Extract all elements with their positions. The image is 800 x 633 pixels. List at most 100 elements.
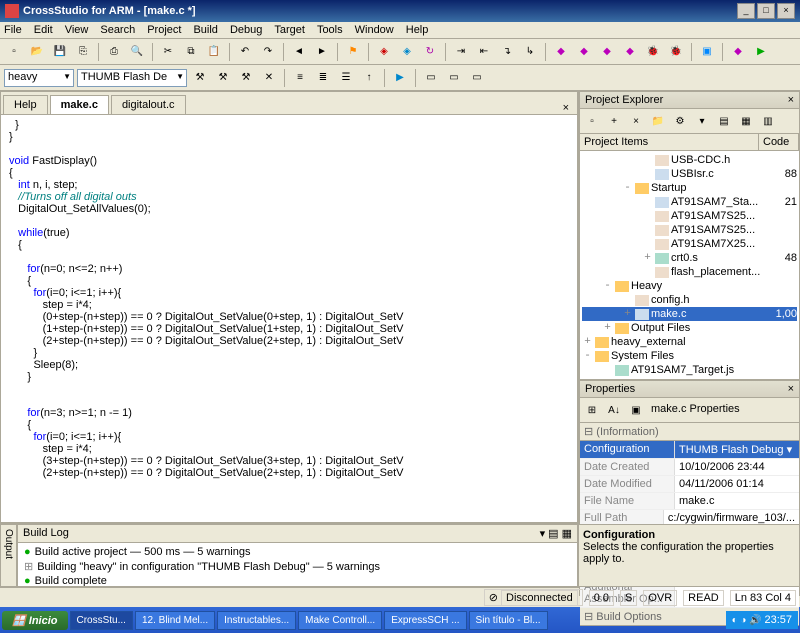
tree-item[interactable]: flash_placement... [582,265,797,279]
menu-file[interactable]: File [4,24,22,36]
minimize-button[interactable]: _ [737,3,755,19]
menu-search[interactable]: Search [100,24,135,36]
tree-item[interactable]: -Startup [582,181,797,195]
open-icon[interactable]: 📂 [27,42,47,62]
tree-item[interactable]: AT91SAM7_Sta...21 [582,195,797,209]
build-icon[interactable]: ⚒ [190,68,210,88]
menu-help[interactable]: Help [406,24,429,36]
config-combo[interactable]: THUMB Flash De [77,69,187,87]
indent-icon[interactable]: ⇥ [451,42,471,62]
undo-icon[interactable]: ↶ [235,42,255,62]
tab-makec[interactable]: make.c [50,95,109,114]
step2-icon[interactable]: ↳ [520,42,540,62]
props-az-icon[interactable]: A↓ [604,400,624,420]
tree-item[interactable]: AT91SAM7_Target.js [582,363,797,377]
exp-opt3-icon[interactable]: ▦ [736,111,756,131]
taskbar-task[interactable]: Make Controll... [298,611,382,630]
tree-item[interactable]: +crt0.s48 [582,251,797,265]
exp-opt1-icon[interactable]: ▾ [692,111,712,131]
print-icon[interactable]: ⎙ [104,42,124,62]
menu-edit[interactable]: Edit [34,24,53,36]
menu-window[interactable]: Window [355,24,394,36]
status-ovr[interactable]: OVR [643,590,677,606]
exp-opt2-icon[interactable]: ▤ [714,111,734,131]
redo-icon[interactable]: ↷ [258,42,278,62]
exp-folder-icon[interactable]: 📁 [648,111,668,131]
exp-add-icon[interactable]: + [604,111,624,131]
mem-icon[interactable]: ▣ [697,42,717,62]
saveall-icon[interactable]: ⎘ [73,42,93,62]
taskbar-task[interactable]: ExpressSCH ... [384,611,466,630]
prop-row[interactable]: Date Created10/10/2006 23:44 [580,459,799,476]
run-icon[interactable]: ▶ [751,42,771,62]
menu-debug[interactable]: Debug [230,24,262,36]
list2-icon[interactable]: ≣ [313,68,333,88]
status-ins[interactable]: S [620,590,637,606]
step-icon[interactable]: ↴ [497,42,517,62]
outdent-icon[interactable]: ⇤ [474,42,494,62]
ws3-icon[interactable]: ▭ [467,68,487,88]
exp-props-icon[interactable]: ⚙ [670,111,690,131]
output-tab[interactable]: Output [0,524,17,587]
ws2-icon[interactable]: ▭ [444,68,464,88]
prop-row[interactable]: Date Modified04/11/2006 01:14 [580,476,799,493]
copy-icon[interactable]: ⧉ [181,42,201,62]
buildlog-body[interactable]: Build active project — 500 ms — 5 warnin… [18,543,577,586]
close-button[interactable]: × [777,3,795,19]
tree-item[interactable]: -System Files [582,349,797,363]
tree-head-items[interactable]: Project Items [580,134,759,150]
bp3-icon[interactable]: ◆ [597,42,617,62]
nav-fwd-icon[interactable]: ► [312,42,332,62]
tree-item[interactable]: AT91SAM7S25... [582,209,797,223]
tree-head-code[interactable]: Code [759,134,799,150]
exp-new-icon[interactable]: ▫ [582,111,602,131]
tab-close-icon[interactable]: × [559,102,573,114]
project-tree[interactable]: USB-CDC.h USBIsr.c88-Startup AT91SAM7_St… [580,151,799,379]
tab-digitaloutc[interactable]: digitalout.c [111,95,186,114]
maximize-button[interactable]: □ [757,3,775,19]
tree-item[interactable]: AT91SAM7X25... [582,237,797,251]
start-button[interactable]: 🪟 Inicio [2,611,68,630]
menu-view[interactable]: View [65,24,89,36]
menu-project[interactable]: Project [147,24,181,36]
target-icon[interactable]: ◈ [397,42,417,62]
play-icon[interactable]: ▶ [390,68,410,88]
cut-icon[interactable]: ✂ [158,42,178,62]
project-combo[interactable]: heavy [4,69,74,87]
up-icon[interactable]: ↑ [359,68,379,88]
taskbar-task[interactable]: Instructables... [217,611,296,630]
bars-icon[interactable]: ☰ [336,68,356,88]
tree-item[interactable]: +Output Files [582,321,797,335]
tree-item[interactable]: USBIsr.c88 [582,167,797,181]
reset-icon[interactable]: ↻ [420,42,440,62]
ws1-icon[interactable]: ▭ [421,68,441,88]
bugs2-icon[interactable]: 🐞 [666,42,686,62]
bp4-icon[interactable]: ◆ [620,42,640,62]
buildlog-combo-icon[interactable]: ▾ ▤ ▦ [540,527,572,540]
props-obj-icon[interactable]: ▣ [626,400,646,420]
bp1-icon[interactable]: ◆ [551,42,571,62]
preview-icon[interactable]: 🔍 [127,42,147,62]
bp5-icon[interactable]: ◆ [728,42,748,62]
list-icon[interactable]: ≡ [290,68,310,88]
tree-item[interactable]: AT91SAM7S25... [582,223,797,237]
menu-build[interactable]: Build [193,24,217,36]
flag-icon[interactable]: ⚑ [343,42,363,62]
taskbar-task[interactable]: CrossStu... [70,611,133,630]
status-read[interactable]: READ [683,590,724,606]
tree-item[interactable]: USB-CDC.h [582,153,797,167]
props-cat-info[interactable]: ⊟ (Information) [580,423,799,441]
tree-item[interactable]: +heavy_external [582,335,797,349]
tab-Help[interactable]: Help [3,95,48,114]
explorer-close-icon[interactable]: × [788,94,794,106]
paste-icon[interactable]: 📋 [204,42,224,62]
stop-build-icon[interactable]: ✕ [259,68,279,88]
props-cat-icon[interactable]: ⊞ [582,400,602,420]
tree-item[interactable]: +make.c1,00 [582,307,797,321]
tree-item[interactable]: -Heavy [582,279,797,293]
save-icon[interactable]: 💾 [50,42,70,62]
buildall-icon[interactable]: ⚒ [236,68,256,88]
bp2-icon[interactable]: ◆ [574,42,594,62]
rebuild-icon[interactable]: ⚒ [213,68,233,88]
code-editor[interactable]: }} void FastDisplay(){ int n, i, step; /… [1,115,577,522]
